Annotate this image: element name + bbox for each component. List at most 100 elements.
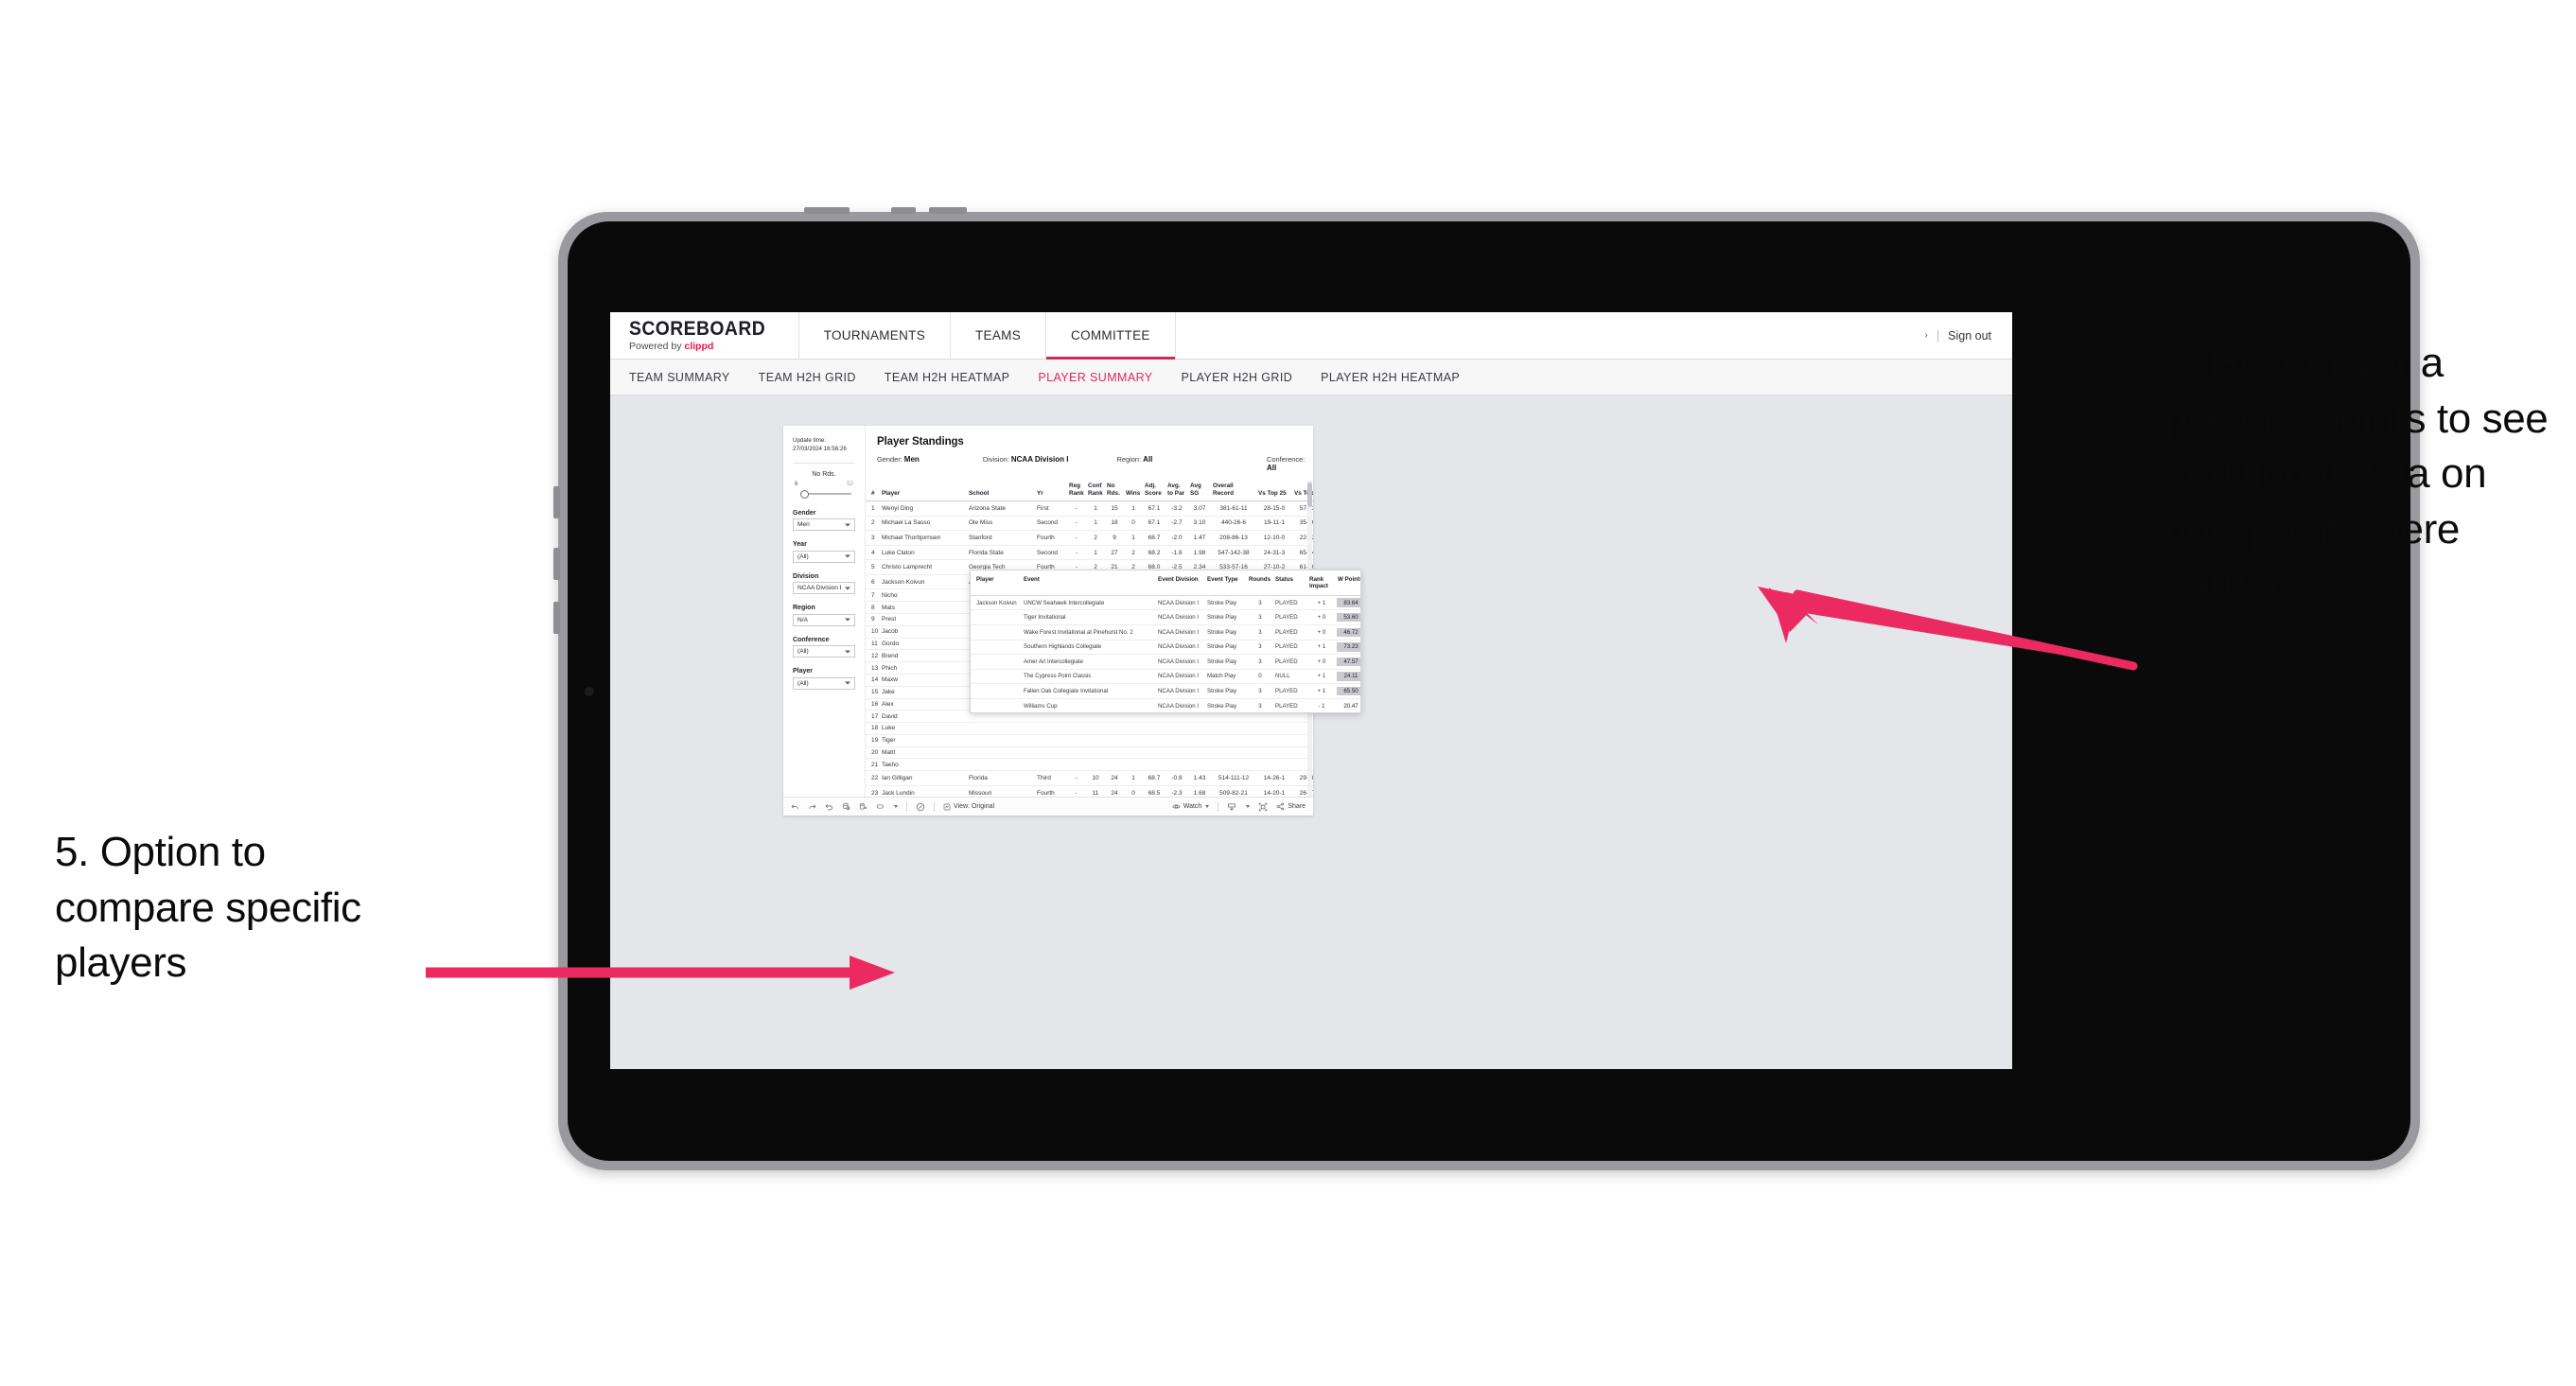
meta-gender: Gender: Men [877, 455, 983, 472]
chevron-down-icon [845, 681, 850, 685]
cell-yr [1035, 722, 1067, 735]
no-rounds-slider[interactable] [797, 489, 851, 499]
brand-powered-name: clippd [684, 341, 714, 353]
table-row[interactable]: 1 Wenyi Ding Arizona State First -1 15 1 67.1 -3… [866, 500, 1313, 517]
filter-player-select[interactable]: (All) [793, 676, 855, 690]
chevron-down-icon[interactable] [894, 805, 898, 808]
tab-team-h2h-grid[interactable]: TEAM H2H GRID [759, 371, 856, 384]
cell-wins: 0 [1124, 516, 1143, 532]
sign-out-link[interactable]: Sign out [1948, 329, 1991, 342]
tt-cell-event-division: NCAA Division I [1156, 669, 1205, 685]
filter-year-select[interactable]: (All) [793, 550, 855, 563]
cell-adj-score: 68.7 [1143, 530, 1165, 546]
pause-auto-update-icon[interactable] [859, 802, 867, 811]
no-rounds-min: 6 [795, 480, 798, 487]
meta-gender-value: Men [903, 455, 920, 464]
col-avg-sg[interactable]: Avg SG [1188, 481, 1211, 502]
slider-handle[interactable] [800, 489, 809, 499]
refresh-data-icon[interactable] [842, 802, 850, 811]
table-row[interactable]: 19 Tiger [866, 734, 1313, 747]
pan-mode-icon[interactable] [876, 802, 885, 811]
brand-logo[interactable]: SCOREBOARD Powered by clippd [610, 312, 799, 359]
view-original-button[interactable]: View: Original [943, 803, 994, 811]
cell-wins: 2 [1124, 545, 1143, 561]
cell-reg-rank [1067, 758, 1086, 772]
tt-cell-player [971, 624, 1022, 640]
tab-player-h2h-heatmap[interactable]: PLAYER H2H HEATMAP [1321, 371, 1460, 384]
col-reg-rank[interactable]: Reg Rank [1067, 481, 1086, 502]
scrollbar-thumb[interactable] [1307, 482, 1312, 507]
filter-region-select[interactable]: N/A [793, 613, 855, 626]
annotation-4-text: 4. Hover over a player’s points to see a… [2164, 340, 2549, 608]
filter-gender-select[interactable]: Men [793, 518, 855, 532]
share-button[interactable]: Share [1276, 802, 1306, 811]
col-player[interactable]: Player [880, 481, 967, 502]
chevron-right-icon[interactable]: › [1925, 330, 1928, 341]
tt-cell-rank-impact: + 1 [1307, 595, 1336, 611]
filter-division-select[interactable]: NCAA Division I [793, 582, 855, 595]
tooltip-table-body: Jackson Koivun UNCW Seahawk Intercollegia… [971, 595, 1360, 712]
cell-avg-to-par: -3.2 [1165, 500, 1188, 517]
col-school[interactable]: School [967, 481, 1035, 502]
table-row[interactable]: 22 Ian Gilligan Florida Third -10 24 1 68.7 -0.8… [866, 770, 1313, 786]
tab-player-h2h-grid[interactable]: PLAYER H2H GRID [1182, 371, 1293, 384]
cell-adj-score [1143, 746, 1165, 760]
filter-player: Player (All) [793, 668, 855, 690]
cell-player: Nicho [880, 588, 967, 603]
cell-no-rds: 18 [1105, 516, 1124, 532]
tab-team-summary[interactable]: TEAM SUMMARY [629, 371, 730, 384]
filter-player-label: Player [793, 668, 814, 675]
tt-cell-rank-impact: + 1 [1307, 683, 1336, 699]
cell-yr [1035, 746, 1067, 760]
filter-conference-select[interactable]: (All) [793, 645, 855, 658]
revert-icon[interactable] [825, 802, 833, 811]
table-row[interactable]: 4 Luke Claton Florida State Second -1 27 2 68.2… [866, 545, 1313, 561]
tooltip-row: Wake Forest Invitational at Pinehurst No… [971, 624, 1360, 640]
cell-vs-top-25 [1256, 758, 1292, 772]
col-conf-rank[interactable]: Conf Rank [1086, 481, 1105, 502]
cell-rank: 20 [866, 746, 880, 760]
table-row[interactable]: 2 Michael La Sasso Ole Miss Second -1 18 0 67.1… [866, 516, 1313, 532]
cell-wins [1124, 722, 1143, 735]
cell-adj-score: 67.1 [1143, 516, 1165, 532]
undo-icon[interactable] [791, 802, 799, 811]
no-rounds-filter: No Rds. 6 52 [793, 471, 855, 499]
col-vs-top-25[interactable]: Vs Top 25 [1256, 481, 1292, 502]
tt-cell-event-type: Stroke Play [1205, 609, 1247, 625]
redo-icon[interactable] [808, 802, 816, 811]
table-row[interactable]: 23 Jack Lundin Missouri Fourth -11 24 0 68.5 -2.… [866, 785, 1313, 797]
cell-conf-rank: 2 [1086, 530, 1105, 546]
table-row[interactable]: 18 Luke [866, 722, 1313, 735]
table-row[interactable]: 21 Taeho [866, 758, 1313, 772]
device-preview-icon[interactable] [916, 802, 925, 812]
tt-cell-event-type: Stroke Play [1205, 624, 1247, 640]
secondary-nav-bar: TEAM SUMMARY TEAM H2H GRID TEAM H2H HEAT… [610, 360, 2012, 395]
col-avg-to-par[interactable]: Avg. to Par [1165, 481, 1188, 502]
col-rank[interactable]: # [866, 481, 880, 502]
tab-team-h2h-heatmap[interactable]: TEAM H2H HEATMAP [885, 371, 1010, 384]
cell-player: Phich [880, 661, 967, 675]
chevron-down-icon [845, 523, 850, 527]
nav-item-teams[interactable]: TEAMS [951, 312, 1047, 359]
nav-item-tournaments[interactable]: TOURNAMENTS [799, 312, 951, 359]
table-row[interactable]: 3 Michael Thorbjornsen Stanford Fourth -2 9 1 6… [866, 530, 1313, 546]
cell-no-rds [1105, 746, 1124, 760]
cell-reg-rank: - [1067, 770, 1086, 786]
col-overall-record[interactable]: Overall Record [1211, 481, 1256, 502]
download-icon[interactable] [1227, 802, 1236, 812]
col-adj-score[interactable]: Adj. Score [1143, 481, 1165, 502]
tab-player-summary[interactable]: PLAYER SUMMARY [1038, 371, 1152, 384]
nav-item-committee[interactable]: COMMITTEE [1046, 312, 1176, 360]
watch-button[interactable]: Watch [1172, 802, 1210, 811]
table-row[interactable]: 20 Mattl [866, 746, 1313, 760]
filter-division-label: Division [793, 572, 819, 580]
fullscreen-icon[interactable] [1258, 802, 1268, 812]
col-wins[interactable]: Wins [1124, 481, 1143, 502]
cell-no-rds: 27 [1105, 545, 1124, 561]
filter-summary: Gender: Men Division: NCAA Division I Re… [866, 447, 1313, 481]
chevron-down-icon[interactable] [1246, 805, 1251, 808]
col-yr[interactable]: Yr [1035, 481, 1067, 502]
cell-rank: 13 [866, 661, 880, 675]
col-no-rds[interactable]: No Rds. [1105, 481, 1124, 502]
filter-conference: Conference (All) [793, 637, 855, 658]
